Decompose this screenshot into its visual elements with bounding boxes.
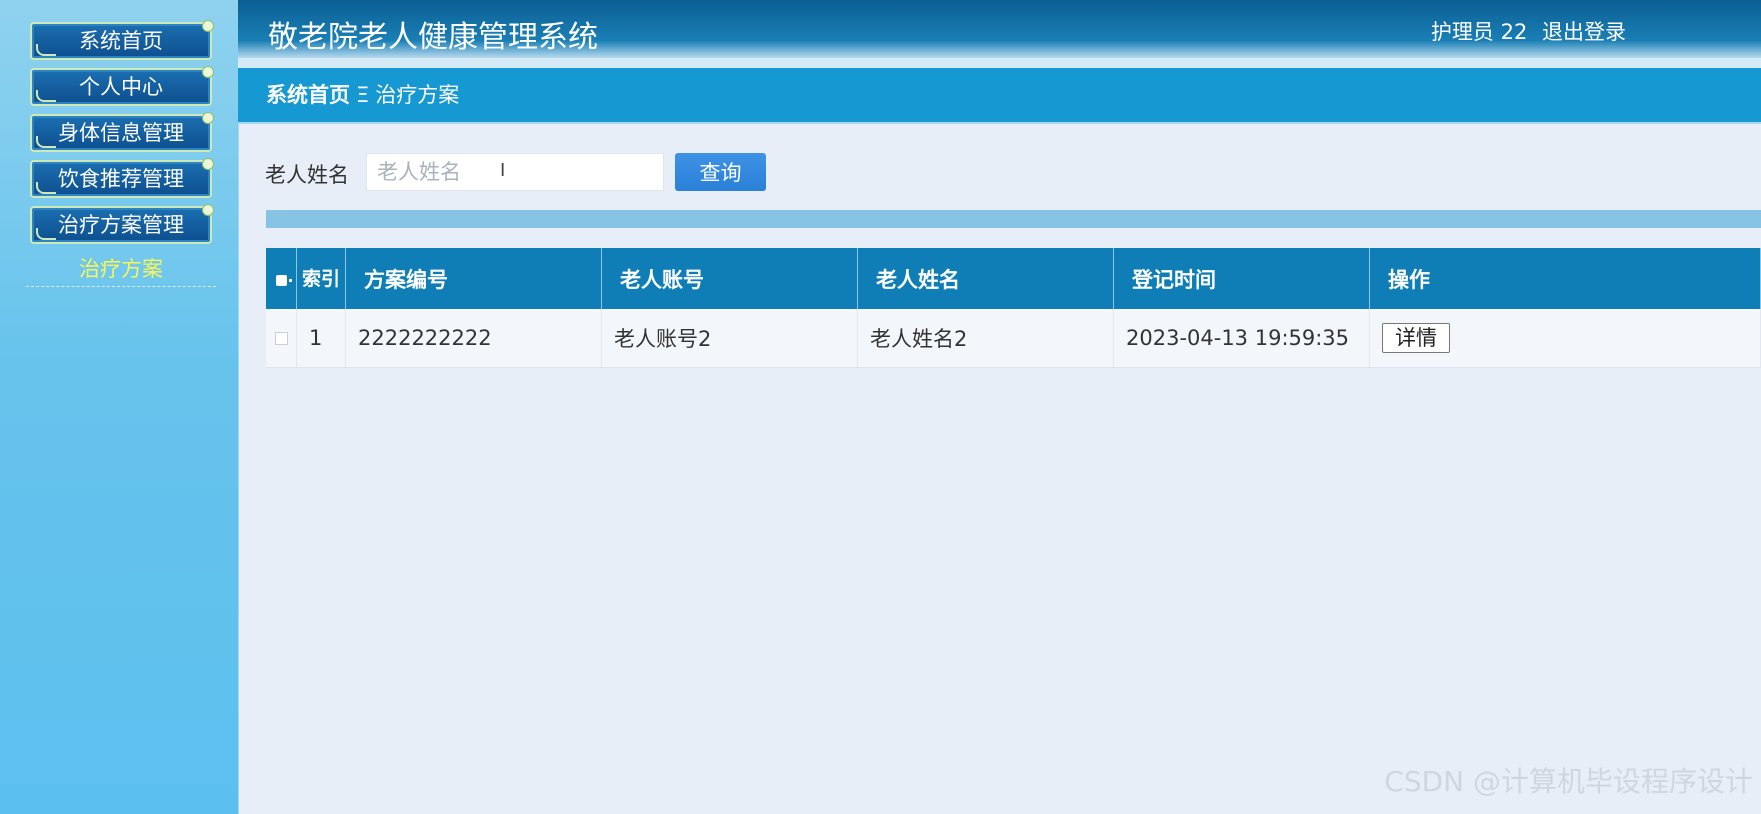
cell-action: 详情 (1369, 309, 1761, 368)
app-title: 敬老院老人健康管理系统 (268, 20, 598, 55)
search-input[interactable] (366, 153, 664, 191)
sidebar-item-label: 身体信息管理 (58, 121, 184, 145)
sidebar-subitem-treatment-plan[interactable]: 治疗方案 (26, 252, 216, 287)
search-button[interactable]: 查询 (675, 153, 766, 191)
cell-index: 1 (296, 309, 346, 368)
breadcrumb-home[interactable]: 系统首页 (266, 83, 350, 107)
ornament-icon (36, 90, 56, 102)
knob-icon (202, 158, 214, 170)
header-action: 操作 (1369, 248, 1761, 309)
header-account: 老人账号 (601, 248, 858, 309)
sidebar-menu: 系统首页 个人中心 身体信息管理 饮食推荐管理 治疗方案管理 治疗方案 (26, 20, 216, 287)
ornament-icon (36, 44, 56, 56)
header-plan-no: 方案编号 (345, 248, 602, 309)
watermark: CSDN @计算机毕设程序设计 (1384, 765, 1753, 798)
cell-time: 2023-04-13 19:59:35 (1113, 309, 1370, 368)
select-all-checkbox[interactable] (266, 248, 297, 309)
ornament-icon (36, 228, 56, 240)
breadcrumb-current: 治疗方案 (375, 83, 460, 107)
sidebar-item-home[interactable]: 系统首页 (30, 20, 214, 60)
search-label: 老人姓名 (265, 163, 349, 187)
logout-link[interactable]: 退出登录 (1542, 20, 1626, 44)
breadcrumb-separator: Ξ (356, 83, 370, 107)
sidebar-item-label: 治疗方案管理 (58, 213, 184, 237)
detail-button[interactable]: 详情 (1382, 323, 1450, 353)
knob-icon (202, 204, 214, 216)
checkbox-icon (275, 274, 292, 286)
table-header-row: 索引 方案编号 老人账号 老人姓名 登记时间 操作 (266, 248, 1761, 309)
sidebar-item-profile[interactable]: 个人中心 (30, 66, 214, 106)
cell-name: 老人姓名2 (857, 309, 1114, 368)
row-checkbox-cell[interactable] (266, 309, 297, 368)
sidebar-item-label: 系统首页 (79, 29, 163, 53)
header-divider (238, 58, 1761, 68)
ornament-icon (36, 182, 56, 194)
sidebar: 系统首页 个人中心 身体信息管理 饮食推荐管理 治疗方案管理 治疗方案 (0, 0, 239, 814)
text-cursor-icon: I (500, 160, 506, 181)
sidebar-item-label: 个人中心 (79, 75, 163, 99)
data-table: 索引 方案编号 老人账号 老人姓名 登记时间 操作 1 2222222222 老… (266, 248, 1761, 368)
header-index: 索引 (296, 248, 346, 309)
header-name: 老人姓名 (857, 248, 1114, 309)
sidebar-item-body-info[interactable]: 身体信息管理 (30, 112, 214, 152)
row-checkbox[interactable] (274, 332, 288, 345)
knob-icon (202, 112, 214, 124)
user-name: 护理员 22 (1430, 20, 1528, 44)
header-time: 登记时间 (1113, 248, 1370, 309)
toolbar-strip (266, 210, 1761, 228)
sidebar-item-diet[interactable]: 饮食推荐管理 (30, 158, 214, 198)
sidebar-item-treatment[interactable]: 治疗方案管理 (30, 204, 214, 244)
sidebar-item-label: 饮食推荐管理 (58, 167, 184, 191)
top-header: 敬老院老人健康管理系统 护理员 22 退出登录 (238, 0, 1761, 58)
knob-icon (202, 66, 214, 78)
table-row: 1 2222222222 老人账号2 老人姓名2 2023-04-13 19:5… (266, 309, 1761, 368)
cell-account: 老人账号2 (601, 309, 858, 368)
breadcrumb: 系统首页 Ξ 治疗方案 (238, 68, 1761, 124)
header-user-area: 护理员 22 退出登录 (1431, 16, 1626, 46)
ornament-icon (36, 136, 56, 148)
knob-icon (202, 20, 214, 32)
cell-plan-no: 2222222222 (345, 309, 602, 368)
